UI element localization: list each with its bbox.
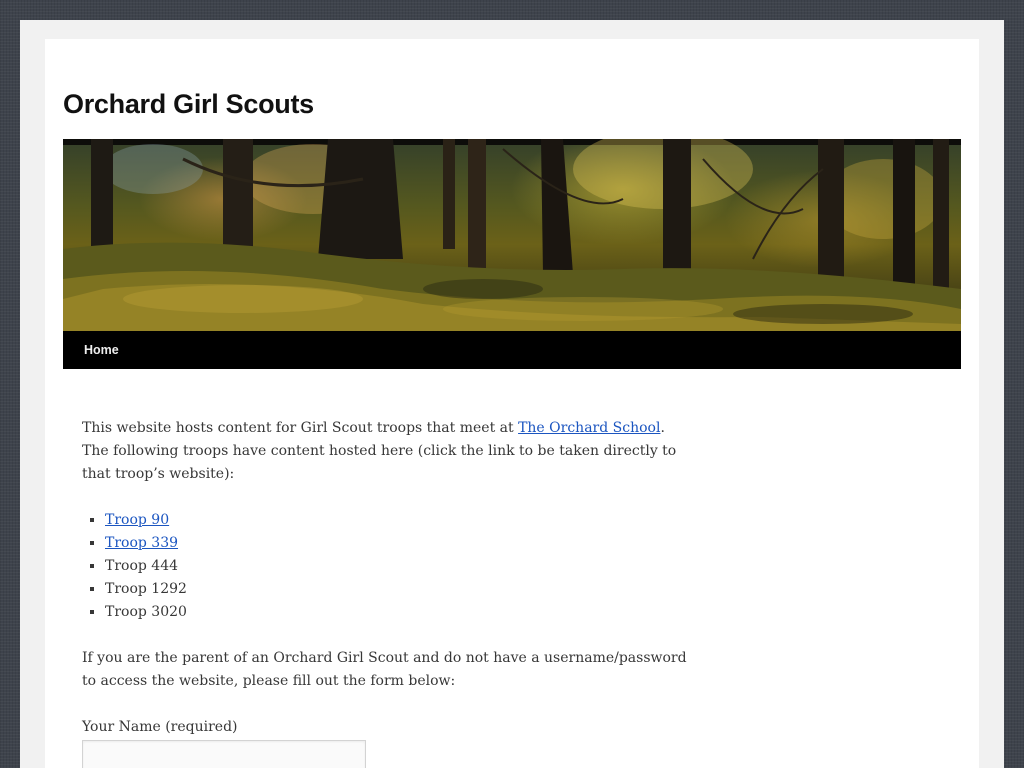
main-content: This website hosts content for Girl Scou… xyxy=(82,417,692,768)
troop-90-link[interactable]: Troop 90 xyxy=(105,512,169,528)
nav-item-home[interactable]: Home xyxy=(84,341,119,359)
page-container: Orchard Girl Scouts Home This website ho… xyxy=(45,39,979,768)
your-name-input[interactable] xyxy=(82,740,366,768)
troop-list-item: Troop 90 xyxy=(105,509,692,532)
browser-viewport-frame: Orchard Girl Scouts Home This website ho… xyxy=(20,20,1004,768)
troop-list-item: Troop 339 xyxy=(105,532,692,555)
main-navigation-bar: Home xyxy=(63,331,961,369)
intro-paragraph: This website hosts content for Girl Scou… xyxy=(82,417,692,486)
troop-list: Troop 90 Troop 339 Troop 444 Troop 1292 … xyxy=(82,509,692,624)
orchard-school-link[interactable]: The Orchard School xyxy=(518,420,660,436)
site-title-link[interactable]: Orchard Girl Scouts xyxy=(63,87,314,121)
troop-list-item: Troop 1292 xyxy=(105,578,692,601)
intro-text-prefix: This website hosts content for Girl Scou… xyxy=(82,420,519,436)
your-name-label: Your Name (required) xyxy=(82,719,238,735)
troop-list-item: Troop 3020 xyxy=(105,601,692,624)
troop-339-link[interactable]: Troop 339 xyxy=(105,535,178,551)
header-banner-image xyxy=(63,139,961,331)
form-intro-paragraph: If you are the parent of an Orchard Girl… xyxy=(82,650,687,689)
troop-list-item: Troop 444 xyxy=(105,555,692,578)
